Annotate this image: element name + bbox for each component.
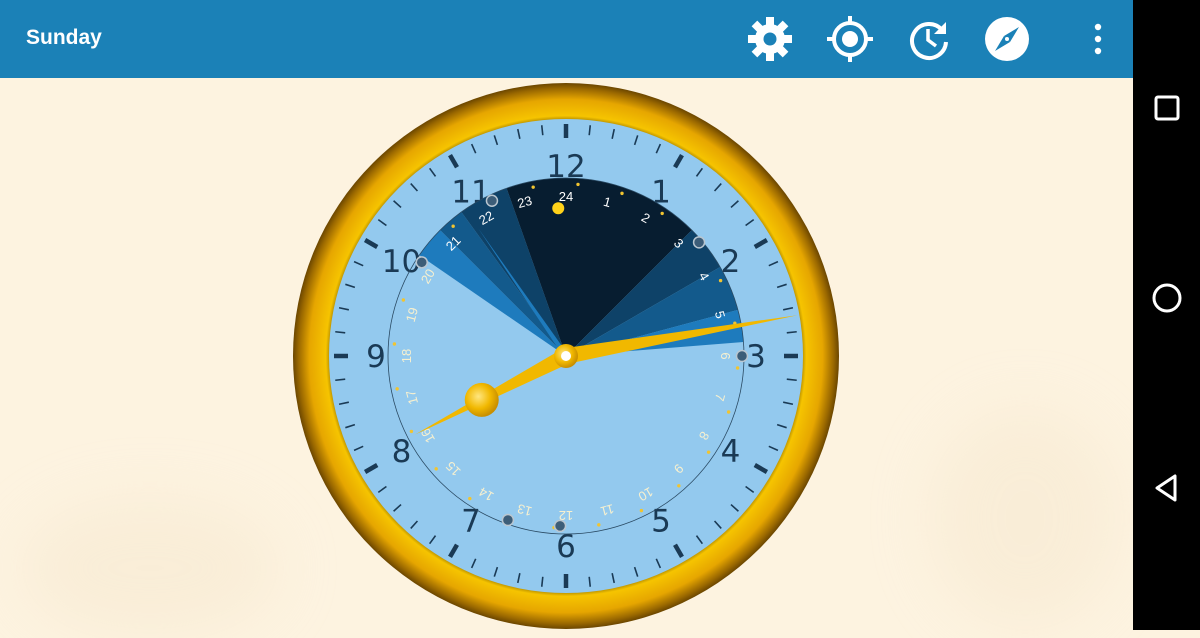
hour-dot — [706, 450, 711, 454]
square-recents-icon — [1154, 95, 1179, 121]
moon-marker — [415, 256, 428, 269]
refresh-clock-icon — [910, 22, 948, 60]
hour-dot — [718, 278, 723, 283]
minute-tick — [335, 378, 346, 382]
moon-marker — [692, 236, 706, 249]
hour-dot — [576, 182, 580, 187]
refresh-button[interactable] — [904, 14, 954, 64]
gear-icon — [748, 17, 792, 61]
back-button[interactable] — [1133, 448, 1200, 528]
system-navigation-bar — [1133, 0, 1200, 630]
more-vert-icon — [1094, 23, 1102, 55]
hour-dot — [392, 342, 397, 346]
hour-dot — [660, 211, 664, 216]
hour-hand-knob — [464, 382, 499, 417]
recents-button[interactable] — [1133, 68, 1200, 148]
minute-tick — [540, 576, 544, 587]
hour-dot — [677, 484, 681, 488]
hour-dot — [395, 387, 399, 391]
moon-marker — [553, 519, 567, 533]
hour-dot — [401, 298, 406, 302]
minute-tick — [588, 125, 592, 136]
more-options-button[interactable] — [1073, 14, 1123, 64]
hour-dot — [451, 224, 455, 228]
settings-button[interactable] — [745, 14, 795, 64]
day-hour-label: 6 — [718, 352, 733, 359]
minute-tick — [588, 576, 592, 587]
center-pin — [561, 351, 571, 361]
hour-dot — [468, 496, 472, 501]
hour-dot — [597, 523, 601, 527]
location-button[interactable] — [825, 14, 875, 64]
moon-marker — [735, 349, 749, 363]
minute-tick — [786, 330, 797, 334]
sunday-clock: 121234567891011 24 1234567891011121314151… — [293, 83, 839, 629]
hour-numeral: 7 — [461, 504, 481, 540]
hour-dot — [409, 429, 414, 434]
app-bar: Sunday — [0, 0, 1133, 78]
minute-tick — [335, 330, 346, 334]
hour-numeral: 3 — [746, 339, 766, 375]
background-decoration — [20, 498, 280, 638]
minute-tick — [786, 378, 797, 382]
minute-tick — [540, 125, 544, 136]
hour-dot — [726, 410, 731, 414]
home-button[interactable] — [1133, 258, 1200, 338]
hour-dot — [531, 185, 535, 189]
hour-dot — [639, 508, 644, 513]
hour-numeral: 6 — [556, 529, 576, 565]
hour-dot — [735, 366, 740, 370]
hour-numeral: 5 — [651, 504, 671, 540]
moon-marker — [501, 513, 515, 527]
hour-dot — [620, 191, 624, 196]
triangle-back-icon — [1155, 474, 1176, 502]
crosshair-icon — [827, 16, 873, 62]
day-hour-label: 24 — [559, 189, 573, 204]
moon-marker — [485, 194, 499, 208]
day-hour-label: 18 — [399, 349, 414, 363]
hour-numeral: 9 — [366, 339, 386, 375]
compass-icon — [985, 17, 1029, 61]
compass-button[interactable] — [982, 14, 1032, 64]
circle-home-icon — [1152, 283, 1181, 313]
background-decoration — [930, 408, 1120, 628]
hour-dot — [434, 467, 438, 471]
sun-marker — [552, 202, 565, 215]
app-title: Sunday — [26, 26, 102, 49]
